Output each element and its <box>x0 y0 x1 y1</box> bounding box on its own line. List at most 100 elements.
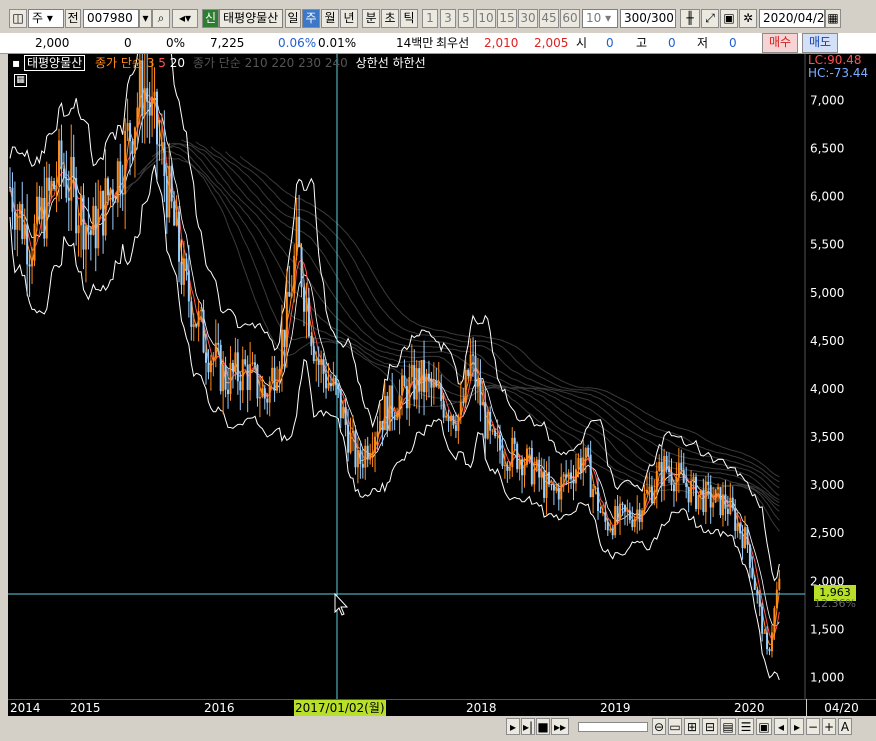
candle-body <box>486 411 489 439</box>
candle-body <box>393 417 396 420</box>
candle-body <box>704 481 707 513</box>
custom-num-select[interactable]: 10 ▾ <box>582 9 618 28</box>
period-day-button[interactable]: 일 <box>285 9 301 28</box>
count-input[interactable]: 300/300 <box>620 9 676 28</box>
candle-body <box>655 470 658 492</box>
buy-button[interactable]: 매수 <box>762 33 798 53</box>
legend-ma-label[interactable]: 종가 단순 <box>95 56 143 70</box>
num-3-button[interactable]: 3 <box>440 9 456 28</box>
layout-icon[interactable]: ⊟ <box>702 718 718 735</box>
candle-body <box>518 459 521 470</box>
period-week-button[interactable]: 주 <box>302 9 320 28</box>
interval-tick-button[interactable]: 틱 <box>400 9 418 28</box>
chart-canvas[interactable]: 1,0001,5002,0002,5003,0003,5004,0004,500… <box>8 54 876 699</box>
fast-forward-icon[interactable]: ▸▸ <box>551 718 569 735</box>
sell-button[interactable]: 매도 <box>802 33 838 53</box>
candle-body <box>276 381 279 391</box>
search-icon[interactable]: ⌕ <box>152 9 170 28</box>
scroll-right-icon[interactable]: ▸ <box>790 718 804 735</box>
candle-body <box>35 196 38 224</box>
num-60-button[interactable]: 60 <box>560 9 580 28</box>
scroll-left-icon[interactable]: ◂ <box>774 718 788 735</box>
y-tick-label: 3,000 <box>810 478 844 492</box>
candle-body <box>195 324 198 327</box>
font-size-icon[interactable]: A <box>838 718 852 735</box>
candle-body <box>114 201 117 203</box>
candle-body <box>62 168 65 178</box>
legend-upper-band[interactable]: 상한선 <box>356 56 389 70</box>
candle-type-icon[interactable]: ╫ <box>680 9 700 28</box>
stop-icon[interactable]: ■ <box>536 718 550 735</box>
candle-body <box>356 450 359 468</box>
period-year-button[interactable]: 년 <box>340 9 358 28</box>
trend-tool-icon[interactable]: ⤢ <box>701 9 719 28</box>
date-input[interactable]: 2020/04/20 <box>759 9 825 28</box>
interval-sec-button[interactable]: 초 <box>381 9 399 28</box>
num-45-button[interactable]: 45 <box>539 9 559 28</box>
candle-body <box>256 364 259 399</box>
candle-body <box>572 479 575 484</box>
legend-stock-name[interactable]: 태평양물산 <box>23 55 86 71</box>
market-select[interactable]: 주 ▾ <box>28 9 64 28</box>
candle-body <box>440 384 443 402</box>
candle-body <box>111 189 114 202</box>
panel-icon[interactable]: ▭ <box>668 718 682 735</box>
num-5-button[interactable]: 5 <box>458 9 474 28</box>
table-view-icon[interactable]: ▦ <box>14 74 27 87</box>
candle-body <box>364 445 367 468</box>
zoom-plus-icon[interactable]: + <box>822 718 836 735</box>
candle-body <box>516 443 519 470</box>
num-15-button[interactable]: 15 <box>497 9 517 28</box>
candle-body <box>109 189 112 196</box>
candle-body <box>459 401 462 416</box>
quote-bar: 2,000 0 0% 7,225 0.06% 0.01% 14백만 최우선 2,… <box>0 33 876 54</box>
candle-body <box>244 359 247 365</box>
candle-body <box>712 502 715 508</box>
code-dropdown-icon[interactable]: ▾ <box>139 9 152 28</box>
legend-ma-20: 20 <box>169 56 186 70</box>
candle-body <box>156 91 158 145</box>
candle-body <box>254 362 256 365</box>
candle-body <box>648 486 651 490</box>
candle-body <box>464 369 467 403</box>
candle-body <box>315 359 318 362</box>
candle-body <box>778 578 781 590</box>
interval-min-button[interactable]: 분 <box>362 9 380 28</box>
num-1-button[interactable]: 1 <box>422 9 438 28</box>
candle-body <box>26 224 29 265</box>
candle-body <box>197 311 200 327</box>
scroll-track[interactable] <box>578 722 648 732</box>
capture-icon[interactable]: ▣ <box>756 718 772 735</box>
candle-body <box>398 395 401 419</box>
period-month-button[interactable]: 월 <box>321 9 339 28</box>
legend-lower-band[interactable]: 하한선 <box>393 56 426 70</box>
window-icon[interactable]: ▤ <box>720 718 736 735</box>
candle-body <box>349 432 352 453</box>
num-30-button[interactable]: 30 <box>518 9 538 28</box>
legend-ma2-label[interactable]: 종가 단순 <box>193 56 241 70</box>
candle-body <box>227 389 230 395</box>
scroll-end-icon[interactable]: ▸| <box>521 718 535 735</box>
save-icon[interactable]: ▣ <box>720 9 738 28</box>
candle-body <box>469 354 472 376</box>
candle-body <box>207 362 210 373</box>
chart-menu-icon[interactable]: ◫ <box>9 9 27 28</box>
prev-button[interactable]: 전 <box>65 9 81 28</box>
stock-code-input[interactable]: 007980 <box>83 9 139 28</box>
candle-body <box>418 368 421 392</box>
candle-body <box>40 197 43 220</box>
candle-body <box>646 489 648 494</box>
zoom-minus-icon[interactable]: − <box>806 718 820 735</box>
candle-body <box>702 489 705 513</box>
candle-body <box>535 459 538 469</box>
num-10-button[interactable]: 10 <box>476 9 496 28</box>
price-chart[interactable]: 1,000 1,500 2,000 2,500 3,000 3,500 4,000 4,500… <box>8 54 876 699</box>
list-icon[interactable]: ☰ <box>738 718 754 735</box>
candle-body <box>104 178 107 236</box>
zoom-out-icon[interactable]: ⊖ <box>652 718 666 735</box>
split-icon[interactable]: ⊞ <box>684 718 700 735</box>
scroll-next-icon[interactable]: ▸ <box>506 718 520 735</box>
sound-icon[interactable]: ◂▾ <box>172 9 198 28</box>
settings-icon[interactable]: ✲ <box>739 9 757 28</box>
calendar-icon[interactable]: ▦ <box>825 9 841 28</box>
